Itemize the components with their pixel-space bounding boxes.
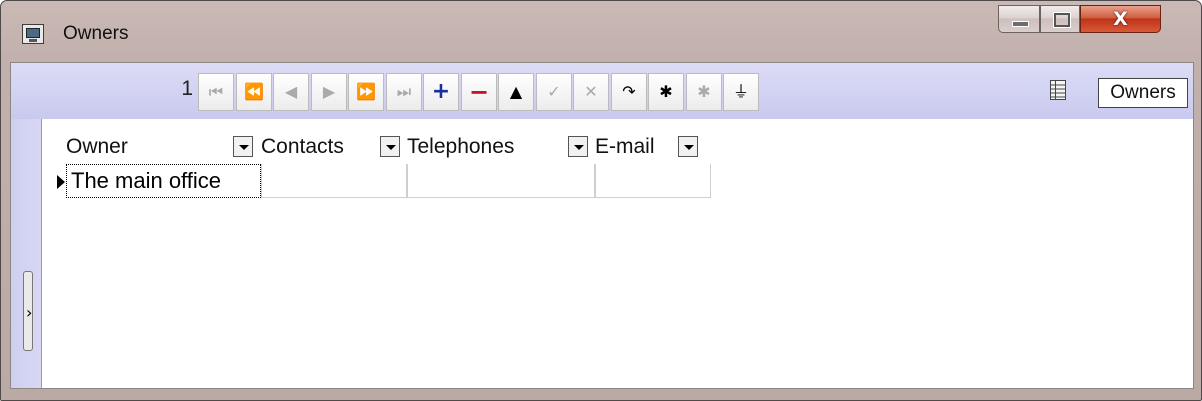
- close-icon: X: [1113, 8, 1128, 30]
- side-panel: ›: [11, 119, 42, 388]
- apply-updates-button[interactable]: ✱: [648, 73, 684, 111]
- maximize-button[interactable]: [1040, 5, 1080, 33]
- cell-telephones[interactable]: [407, 164, 595, 198]
- email-filter-dropdown-icon[interactable]: [678, 136, 698, 157]
- navigator-caption: Owners: [1098, 78, 1188, 108]
- column-header-owner[interactable]: Owner: [66, 131, 128, 162]
- cross-icon: ✕: [584, 82, 598, 101]
- close-button[interactable]: X: [1080, 5, 1161, 33]
- prior-record-icon: ◀: [284, 82, 298, 101]
- asterisk-icon: ✱: [659, 82, 673, 101]
- minimize-button[interactable]: [998, 5, 1040, 33]
- next-record-icon: ▶: [322, 82, 336, 101]
- delete-record-button[interactable]: −: [461, 73, 497, 111]
- first-record-button[interactable]: ⏮: [198, 73, 234, 111]
- minimize-icon: [1012, 21, 1029, 27]
- last-record-icon: ⏭: [396, 82, 412, 101]
- last-record-button[interactable]: ⏭: [386, 73, 422, 111]
- asterisk-arrow-icon: ✱: [697, 82, 711, 101]
- refresh-icon: ↷: [622, 82, 636, 101]
- filter-button[interactable]: ⏚: [723, 73, 759, 111]
- prior-page-icon: ⏪: [244, 82, 264, 101]
- first-record-icon: ⏮: [208, 82, 224, 101]
- client-area: 1 ⏮ ⏪ ◀ ▶ ⏩ ⏭ + − ▲ ✓ ✕ ↷ ✱ ✱ ⏚ Owners › Owner: [10, 62, 1194, 389]
- cancel-edit-button[interactable]: ✕: [573, 73, 609, 111]
- record-number: 1: [181, 77, 193, 100]
- title-bar[interactable]: Owners X: [1, 1, 1201, 61]
- insert-record-button[interactable]: +: [423, 73, 459, 111]
- contacts-filter-dropdown-icon[interactable]: [380, 136, 400, 157]
- minus-icon: −: [468, 78, 490, 106]
- cancel-updates-button[interactable]: ✱: [686, 73, 722, 111]
- cell-email[interactable]: [595, 164, 711, 198]
- next-page-button[interactable]: ⏩: [348, 73, 384, 111]
- db-navigator: 1 ⏮ ⏪ ◀ ▶ ⏩ ⏭ + − ▲ ✓ ✕ ↷ ✱ ✱ ⏚ Owners: [11, 63, 1193, 119]
- monitor-app-icon[interactable]: [22, 24, 44, 44]
- window-title: Owners: [63, 23, 129, 44]
- prior-page-button[interactable]: ⏪: [236, 73, 272, 111]
- maximize-icon: [1054, 13, 1070, 27]
- next-record-button[interactable]: ▶: [311, 73, 347, 111]
- column-header-contacts[interactable]: Contacts: [261, 131, 344, 162]
- checkmark-icon: ✓: [547, 82, 561, 101]
- edit-record-button[interactable]: ▲: [498, 73, 534, 111]
- column-header-telephones[interactable]: Telephones: [407, 131, 514, 162]
- post-record-button[interactable]: ✓: [536, 73, 572, 111]
- grid-view-icon[interactable]: [1050, 80, 1066, 100]
- telephones-filter-dropdown-icon[interactable]: [568, 136, 588, 157]
- prior-record-button[interactable]: ◀: [273, 73, 309, 111]
- cell-owner[interactable]: The main office: [66, 164, 261, 198]
- owners-window: Owners X 1 ⏮ ⏪ ◀ ▶ ⏩ ⏭ + − ▲ ✓ ✕ ↷ ✱ ✱ ⏚ Owners: [0, 0, 1202, 401]
- next-page-icon: ⏩: [356, 82, 376, 101]
- cell-contacts[interactable]: [261, 164, 407, 198]
- expand-arrow-icon[interactable]: ›: [26, 303, 32, 322]
- funnel-icon: ⏚: [732, 82, 749, 101]
- refresh-button[interactable]: ↷: [611, 73, 647, 111]
- owner-filter-dropdown-icon[interactable]: [233, 136, 253, 157]
- plus-icon: +: [431, 79, 451, 104]
- current-row-pointer-icon: [57, 175, 65, 189]
- up-triangle-icon: ▲: [509, 82, 523, 101]
- column-header-email[interactable]: E-mail: [595, 131, 655, 162]
